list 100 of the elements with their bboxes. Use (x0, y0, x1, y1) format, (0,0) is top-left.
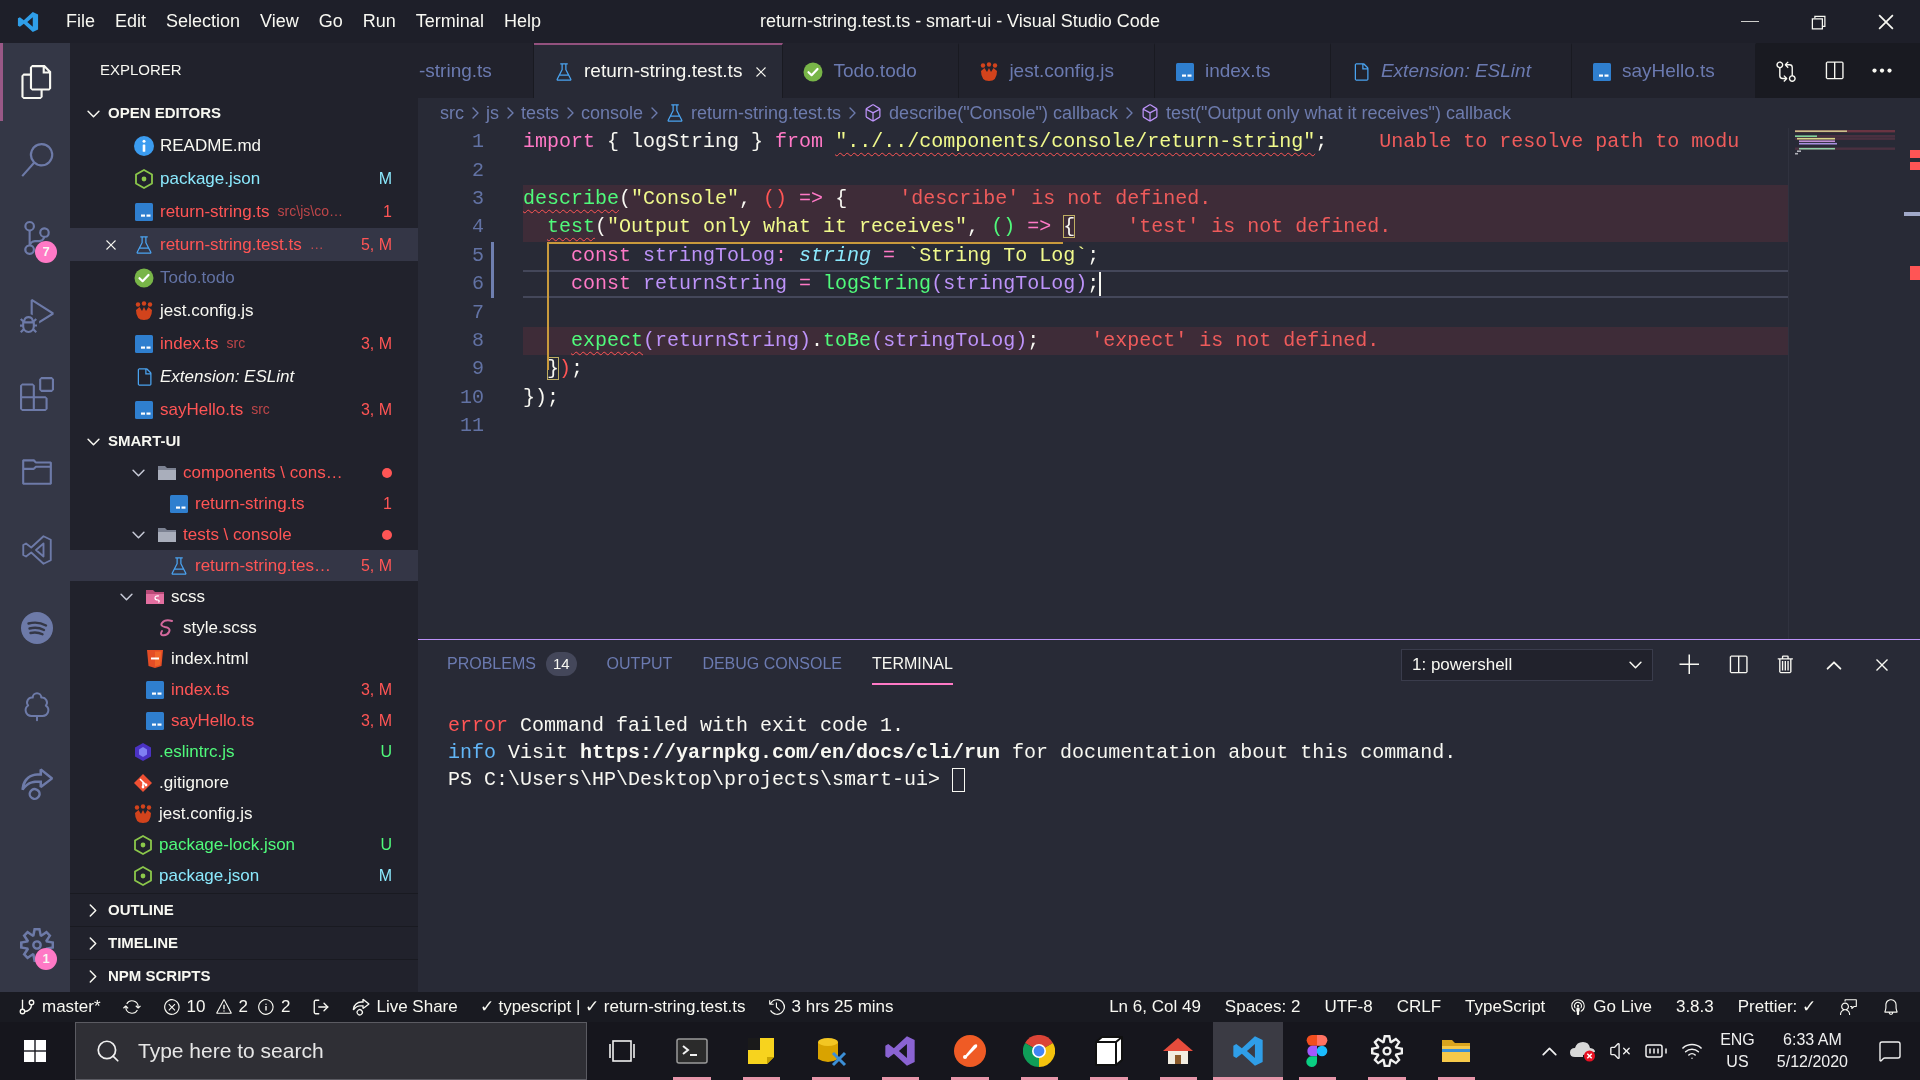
status-item[interactable]: 3.8.3 (1675, 992, 1714, 1022)
ts-file-icon (134, 399, 154, 420)
file-status: M (377, 168, 392, 189)
hexagon-icon (134, 168, 154, 189)
tree-item[interactable]: scss (70, 581, 418, 612)
editor-tab[interactable]: index.ts (1154, 43, 1331, 98)
ts-file-icon (145, 710, 165, 731)
chevron-up-icon[interactable] (1542, 1046, 1558, 1056)
menu-item[interactable]: File (56, 0, 105, 43)
branch-button[interactable]: master* (18, 992, 101, 1022)
live-share-button[interactable]: Live Share (352, 992, 458, 1022)
go-live-button[interactable]: Go Live (1569, 992, 1652, 1022)
split-icon (1727, 654, 1749, 676)
file-path: … (309, 235, 324, 254)
tree-item[interactable]: style.scss (70, 612, 418, 643)
line-number: 1 (472, 129, 484, 156)
hexagon-icon (133, 834, 153, 855)
open-editor-item[interactable]: README.md (70, 129, 418, 162)
ts-file-icon (1591, 61, 1612, 82)
file-name: return-string.ts (160, 200, 270, 223)
tree-item[interactable]: tests \ console (70, 519, 418, 550)
file-status: 1 (382, 493, 392, 514)
menu-item[interactable]: Selection (156, 0, 251, 43)
code-line: describe("Console", () => { (523, 186, 848, 212)
ts-file-icon (134, 201, 154, 222)
plus-icon (1678, 653, 1702, 677)
status-item[interactable]: Ln 6, Col 49 (1109, 992, 1201, 1022)
tree-item[interactable]: jest.config.js (70, 798, 418, 829)
breadcrumb-item[interactable]: js (486, 99, 499, 127)
session-timer[interactable]: 3 hrs 25 mins (767, 992, 894, 1022)
share-arrow-icon (19, 767, 54, 801)
file-status: 3, M (359, 333, 392, 354)
section-header[interactable]: OPEN EDITORS (70, 98, 418, 129)
file-name: package-lock.json (159, 833, 296, 856)
panel-tab[interactable]: PROBLEMS 14 (447, 645, 577, 685)
terminal-select[interactable]: 1: powershell (1401, 649, 1653, 681)
file-path: src\js\co… (277, 202, 343, 221)
open-editor-item[interactable]: sayHello.ts src 3, M (70, 393, 418, 426)
chevron-right-icon (1125, 107, 1133, 119)
history-icon (767, 998, 786, 1016)
tree-item[interactable]: return-string.ts 1 (70, 488, 418, 519)
file-name: sayHello.ts (160, 398, 244, 421)
tree-item[interactable]: index.ts 3, M (70, 674, 418, 705)
file-status: M (377, 865, 392, 886)
problems-button[interactable]: 10 2 2 (162, 992, 291, 1022)
status-item[interactable]: Prettier: ✓ (1737, 992, 1816, 1022)
crown-icon (979, 61, 1000, 82)
menu-item[interactable]: Help (493, 0, 551, 43)
panel-tab[interactable]: TERMINAL (872, 645, 953, 685)
chevron-right-icon (471, 107, 479, 119)
open-editor-item[interactable]: package.json M (70, 162, 418, 195)
editor-tab[interactable]: Extension: ESLint (1330, 43, 1572, 98)
chevron-right-icon (506, 107, 514, 119)
language-button[interactable]: ENG US (1710, 1029, 1765, 1073)
menu-item[interactable]: Go (308, 0, 353, 43)
editor-tab[interactable]: Todo.todo (783, 43, 960, 98)
terminal-line: error Command failed with exit code 1. (448, 712, 906, 739)
open-editor-item[interactable]: return-string.test.ts … 5, M (70, 228, 418, 261)
diamond-icon (133, 772, 153, 793)
status-item[interactable]: Spaces: 2 (1224, 992, 1301, 1022)
tree-item[interactable]: package-lock.json U (70, 829, 418, 860)
chevron-right-icon (650, 107, 658, 119)
section-header[interactable]: SMART-UI (70, 426, 418, 457)
hexagon-icon (133, 865, 153, 886)
menu-item[interactable]: Terminal (405, 0, 494, 43)
open-editor-item[interactable]: Extension: ESLint (70, 360, 418, 393)
editor-tab[interactable]: -string.ts (418, 43, 534, 98)
tree-item[interactable]: .eslintrc.js U (70, 736, 418, 767)
split-icon (1823, 59, 1845, 82)
open-editor-item[interactable]: return-string.ts src\js\co… 1 (70, 195, 418, 228)
tree-item[interactable]: components \ cons… (70, 457, 418, 488)
code-line: import { logString } from "../../components/console/return-string"; (523, 129, 1328, 156)
chevron-up-icon (1826, 660, 1842, 670)
section-header[interactable]: TIMELINE (70, 926, 418, 959)
editor-tab[interactable]: jest.config.js (959, 43, 1155, 98)
editor-tab[interactable]: sayHello.ts (1571, 43, 1756, 98)
editor-tab[interactable]: return-string.test.ts (534, 43, 784, 98)
status-item[interactable]: ✓ typescript | ✓ return-string.test.ts (479, 992, 746, 1022)
cloud-error-icon[interactable] (1569, 1040, 1598, 1062)
tree-item[interactable]: package.json M (70, 860, 418, 891)
taskbar-search-field[interactable]: Type here to search (75, 1022, 587, 1080)
menu-item[interactable]: Edit (105, 0, 157, 43)
open-editor-item[interactable]: jest.config.js (70, 294, 418, 327)
section-header[interactable]: OUTLINE (70, 893, 418, 926)
breadcrumb-item[interactable]: src (440, 99, 464, 127)
ts-file-icon (1174, 61, 1195, 82)
open-editor-item[interactable]: index.ts src 3, M (70, 327, 418, 360)
tree-item[interactable]: index.html (70, 643, 418, 674)
tree-item[interactable]: return-string.tes… 5, M (70, 550, 418, 581)
ribbon-icon (884, 1035, 917, 1067)
status-item[interactable]: TypeScript (1465, 992, 1546, 1022)
status-item[interactable]: UTF-8 (1324, 992, 1373, 1022)
menu-item[interactable]: Run (352, 0, 406, 43)
tree-item[interactable]: sayHello.ts 3, M (70, 705, 418, 736)
status-item[interactable]: CRLF (1396, 992, 1442, 1022)
search-icon (95, 1038, 121, 1064)
tree-item[interactable]: .gitignore (70, 767, 418, 798)
mute-icon[interactable] (1609, 1040, 1632, 1062)
menu-item[interactable]: View (250, 0, 309, 43)
clock-button[interactable]: 6:33 AM 5/12/2020 (1764, 1029, 1860, 1073)
